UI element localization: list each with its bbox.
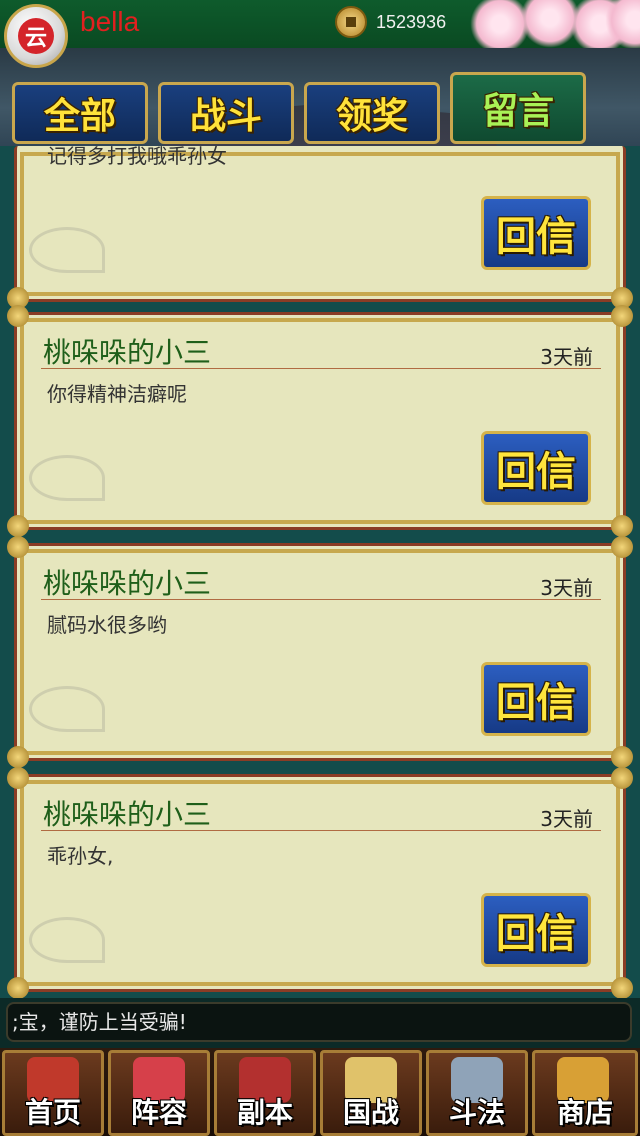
sender-name: 桃哚哚的小三	[43, 798, 212, 831]
reply-button[interactable]: 回信	[481, 662, 591, 736]
nav-label: 斗法	[448, 1096, 505, 1129]
divider	[41, 830, 601, 831]
cloud-ornament	[29, 917, 105, 963]
nav-label: 商店	[556, 1096, 613, 1129]
username: bella	[80, 6, 140, 37]
coin-icon	[335, 6, 367, 38]
cloud-ornament	[29, 686, 105, 732]
message-text: 你得精神洁癖呢	[47, 382, 187, 406]
reply-button[interactable]: 回信	[481, 431, 591, 505]
tab-all[interactable]: 全部	[12, 82, 148, 144]
nav-battle[interactable]: 斗法	[426, 1050, 528, 1136]
sender-name: 桃哚哚的小三	[43, 336, 212, 369]
divider	[41, 599, 601, 600]
top-bar: bella 1523936	[0, 0, 640, 54]
nav-war[interactable]: 国战	[320, 1050, 422, 1136]
corner-ornament	[7, 515, 29, 537]
corner-ornament	[7, 746, 29, 768]
nav-shop[interactable]: 商店	[532, 1050, 638, 1136]
nav-home[interactable]: 首页	[2, 1050, 104, 1136]
nav-label: 国战	[342, 1096, 399, 1129]
message-time: 3天前	[540, 345, 593, 369]
tab-rewards[interactable]: 领奖	[304, 82, 440, 144]
cloud-ornament	[29, 227, 105, 273]
corner-ornament	[611, 977, 633, 999]
corner-ornament	[611, 767, 633, 789]
reply-button[interactable]: 回信	[481, 893, 591, 967]
corner-ornament	[7, 977, 29, 999]
corner-ornament	[611, 515, 633, 537]
avatar[interactable]: 云	[4, 4, 68, 68]
message-card: 桃哚哚的小三 3天前 你得精神洁癖呢 回信	[7, 305, 633, 537]
nav-label: 首页	[24, 1096, 81, 1129]
message-text: 乖孙女,	[47, 844, 114, 868]
reply-button[interactable]: 回信	[481, 196, 591, 270]
cloud-ornament	[29, 455, 105, 501]
tab-messages[interactable]: 留言	[450, 72, 586, 144]
nav-dungeon[interactable]: 副本	[214, 1050, 316, 1136]
announcement-bar: ;宝，谨防上当受骗!	[0, 998, 640, 1048]
nav-label: 副本	[236, 1096, 293, 1129]
announcement-text: ;宝，谨防上当受骗!	[6, 1002, 632, 1042]
message-time: 3天前	[540, 576, 593, 600]
bottom-nav: 首页 阵容 副本 国战 斗法 商店	[0, 1048, 640, 1136]
message-card: 记得多打我哦乖孙女 回信	[7, 144, 633, 309]
coin-count: 1523936	[376, 12, 447, 32]
tab-battle[interactable]: 战斗	[158, 82, 294, 144]
corner-ornament	[611, 746, 633, 768]
corner-ornament	[611, 536, 633, 558]
corner-ornament	[7, 305, 29, 327]
sender-name: 桃哚哚的小三	[43, 567, 212, 600]
message-card: 桃哚哚的小三 3天前 乖孙女, 回信	[7, 767, 633, 999]
divider	[41, 368, 601, 369]
corner-ornament	[7, 536, 29, 558]
message-time: 3天前	[540, 807, 593, 831]
message-text: 腻码水很多哟	[47, 613, 167, 637]
nav-label: 阵容	[130, 1096, 187, 1129]
nav-lineup[interactable]: 阵容	[108, 1050, 210, 1136]
corner-ornament	[7, 767, 29, 789]
message-card: 桃哚哚的小三 3天前 腻码水很多哟 回信	[7, 536, 633, 768]
app-logo-icon: 云	[18, 18, 54, 54]
message-text: 记得多打我哦乖孙女	[47, 144, 227, 168]
corner-ornament	[611, 305, 633, 327]
